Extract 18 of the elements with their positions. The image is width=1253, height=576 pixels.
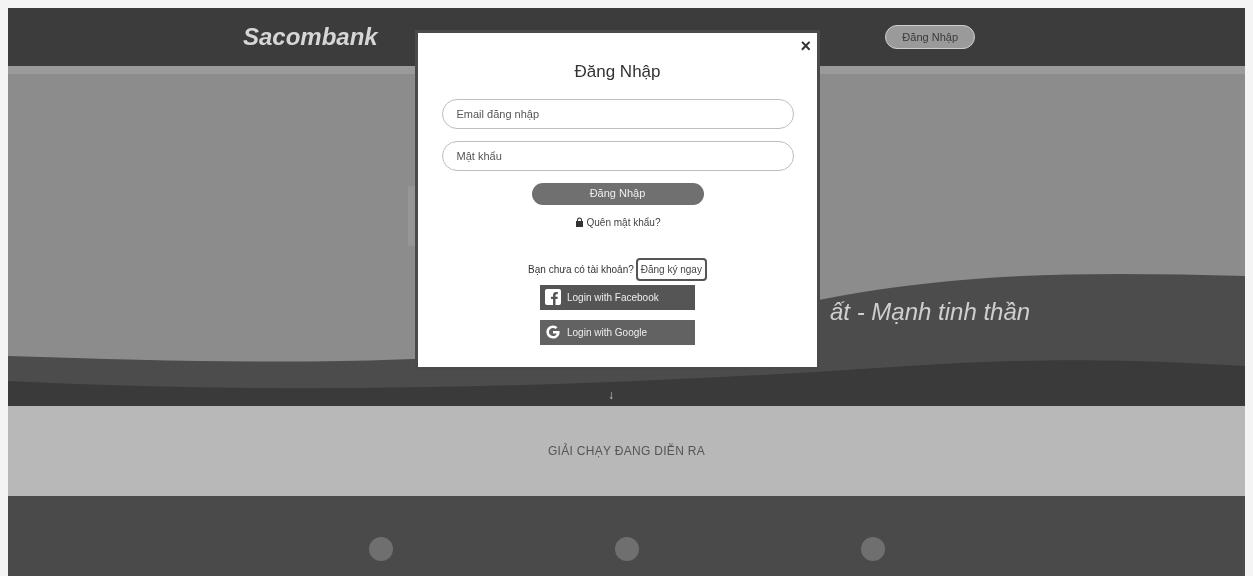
social-login-button[interactable]: Login with Google [540,319,695,345]
banner-caption: ất - Mạnh tinh thần [830,297,1031,327]
input-field[interactable]: Email đăng nhập [441,98,794,129]
social-login-button[interactable]: Login with Facebook [540,284,695,310]
scroll-hint[interactable]: ↓ [608,386,614,404]
signup-link[interactable]: Đăng ký ngay [635,257,707,281]
lock-icon [574,217,584,227]
dialog-title: Đăng Nhập [574,61,661,83]
section-title: GIẢI CHẠY ĐANG DIỄN RA [547,442,706,460]
facebook-icon [545,289,561,305]
signup-prompt: Bạn chưa có tài khoản? [528,262,634,277]
login-button[interactable]: Đăng Nhập [885,24,975,50]
google-icon [545,324,561,340]
logo[interactable]: Sacombank [243,19,378,55]
forgot-password-link[interactable]: Quên mật khẩu? [586,214,661,230]
submit-button[interactable]: Đăng Nhập [531,182,704,205]
close-button[interactable]: × [800,37,811,55]
input-field[interactable]: Mật khẩu [441,140,794,171]
